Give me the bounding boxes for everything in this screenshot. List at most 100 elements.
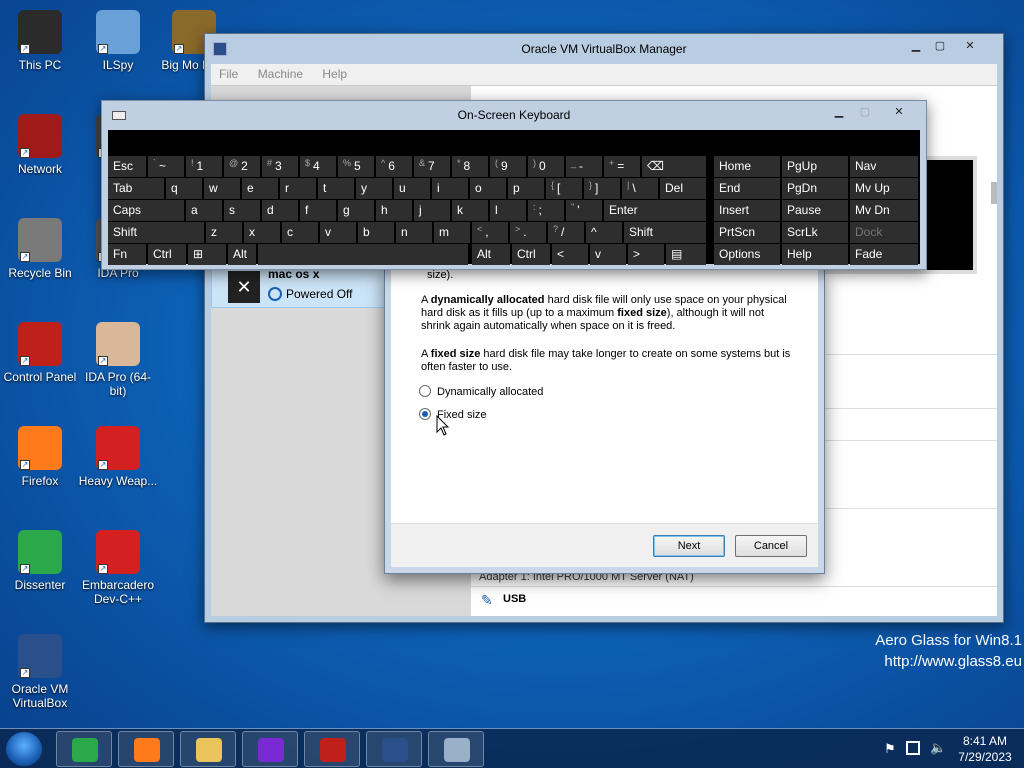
- key[interactable]: z: [206, 222, 242, 243]
- key[interactable]: ^: [586, 222, 622, 243]
- key[interactable]: j: [414, 200, 450, 221]
- desktop-icon[interactable]: ↗ Heavy Weap...: [78, 426, 158, 488]
- taskbar-firefox-button[interactable]: [118, 731, 174, 767]
- desktop-icon[interactable]: ↗ This PC: [0, 10, 80, 72]
- key[interactable]: ) 0: [528, 156, 564, 177]
- key[interactable]: d: [262, 200, 298, 221]
- key[interactable]: | \: [622, 178, 658, 199]
- flag-icon[interactable]: ⚑: [884, 741, 896, 757]
- desktop-icon[interactable]: ↗ Firefox: [0, 426, 80, 488]
- key[interactable]: $4: [300, 156, 336, 177]
- taskbar-masked-app-button[interactable]: [242, 731, 298, 767]
- nav-key[interactable]: Mv Up: [850, 178, 918, 199]
- key[interactable]: a: [186, 200, 222, 221]
- taskbar-dissenter-button[interactable]: [56, 731, 112, 767]
- key[interactable]: p: [508, 178, 544, 199]
- key[interactable]: Ctrl: [512, 244, 550, 265]
- nav-key[interactable]: Pause: [782, 200, 848, 221]
- key[interactable]: + =: [604, 156, 640, 177]
- key[interactable]: n: [396, 222, 432, 243]
- radio-circle[interactable]: [419, 385, 431, 397]
- key[interactable]: ? /: [548, 222, 584, 243]
- key[interactable]: h: [376, 200, 412, 221]
- vbox-titlebar[interactable]: Oracle VM VirtualBox Manager ▁ ▢ ✕: [205, 34, 1003, 64]
- key[interactable]: Enter: [604, 200, 706, 221]
- desktop-icon[interactable]: ↗ Embarcadero Dev-C++: [78, 530, 158, 606]
- nav-key[interactable]: Fade: [850, 244, 918, 265]
- cancel-button[interactable]: Cancel: [735, 535, 807, 557]
- nav-key[interactable]: Nav: [850, 156, 918, 177]
- menu-help[interactable]: Help: [314, 64, 355, 84]
- nav-key[interactable]: Options: [714, 244, 780, 265]
- next-button[interactable]: Next: [653, 535, 725, 557]
- key[interactable]: " ': [566, 200, 602, 221]
- key[interactable]: l: [490, 200, 526, 221]
- desktop-icon[interactable]: ↗ Oracle VM VirtualBox: [0, 634, 80, 710]
- desktop-icon[interactable]: ↗ Recycle Bin: [0, 218, 80, 280]
- minimize-button[interactable]: ▁: [905, 39, 927, 55]
- key[interactable]: Shift: [108, 222, 204, 243]
- key[interactable]: ▤: [666, 244, 706, 265]
- taskbar-file-explorer-button[interactable]: [180, 731, 236, 767]
- volume-icon[interactable]: 🔈: [930, 740, 946, 756]
- key[interactable]: <: [552, 244, 588, 265]
- key[interactable]: Shift: [624, 222, 706, 243]
- key[interactable]: m: [434, 222, 470, 243]
- key[interactable]: ` ~: [148, 156, 184, 177]
- key[interactable]: w: [204, 178, 240, 199]
- key[interactable]: v: [590, 244, 626, 265]
- key[interactable]: i: [432, 178, 468, 199]
- key[interactable]: % 5: [338, 156, 374, 177]
- key[interactable]: Fn: [108, 244, 146, 265]
- key[interactable]: :;: [528, 200, 564, 221]
- key[interactable]: [258, 244, 468, 265]
- key[interactable]: Ctrl: [148, 244, 186, 265]
- taskbar-on-screen-keyboard-button[interactable]: [428, 731, 484, 767]
- usb-section-title[interactable]: USB: [503, 593, 526, 605]
- key[interactable]: #3: [262, 156, 298, 177]
- key[interactable]: _ -: [566, 156, 602, 177]
- nav-key[interactable]: ScrLk: [782, 222, 848, 243]
- key[interactable]: r: [280, 178, 316, 199]
- nav-key[interactable]: Dock: [850, 222, 918, 243]
- desktop-icon[interactable]: ↗ IDA Pro (64-bit): [78, 322, 158, 398]
- key[interactable]: >.: [510, 222, 546, 243]
- radio-circle-selected[interactable]: [419, 408, 431, 420]
- clock[interactable]: 8:41 AM 7/29/2023: [950, 733, 1020, 765]
- key[interactable]: t: [318, 178, 354, 199]
- key[interactable]: c: [282, 222, 318, 243]
- key[interactable]: >: [628, 244, 664, 265]
- key[interactable]: ^ 6: [376, 156, 412, 177]
- scrollbar[interactable]: [991, 182, 997, 204]
- key[interactable]: Esc: [108, 156, 146, 177]
- key[interactable]: @2: [224, 156, 260, 177]
- key[interactable]: g: [338, 200, 374, 221]
- start-button[interactable]: [6, 732, 42, 766]
- key[interactable]: Alt: [472, 244, 510, 265]
- desktop-icon[interactable]: ↗ Network: [0, 114, 80, 176]
- key[interactable]: q: [166, 178, 202, 199]
- close-button[interactable]: ✕: [888, 105, 910, 121]
- key[interactable]: k: [452, 200, 488, 221]
- key[interactable]: * 8: [452, 156, 488, 177]
- key[interactable]: ! 1: [186, 156, 222, 177]
- taskbar-control-panel-button[interactable]: [304, 731, 360, 767]
- maximize-button[interactable]: ▢: [854, 105, 876, 121]
- maximize-button[interactable]: ▢: [929, 39, 951, 55]
- key[interactable]: <,: [472, 222, 508, 243]
- key[interactable]: Caps: [108, 200, 184, 221]
- key[interactable]: (9: [490, 156, 526, 177]
- key[interactable]: ⌫: [642, 156, 706, 177]
- nav-key[interactable]: Insert: [714, 200, 780, 221]
- close-button[interactable]: ✕: [957, 39, 983, 55]
- key[interactable]: Tab: [108, 178, 164, 199]
- minimize-button[interactable]: ▁: [828, 105, 850, 121]
- nav-key[interactable]: PrtScn: [714, 222, 780, 243]
- key[interactable]: u: [394, 178, 430, 199]
- nav-key[interactable]: PgDn: [782, 178, 848, 199]
- key[interactable]: & 7: [414, 156, 450, 177]
- radio-fixed-size[interactable]: Fixed size: [419, 408, 487, 422]
- key[interactable]: ⊞: [188, 244, 226, 265]
- key[interactable]: b: [358, 222, 394, 243]
- desktop-icon[interactable]: ↗ ILSpy: [78, 10, 158, 72]
